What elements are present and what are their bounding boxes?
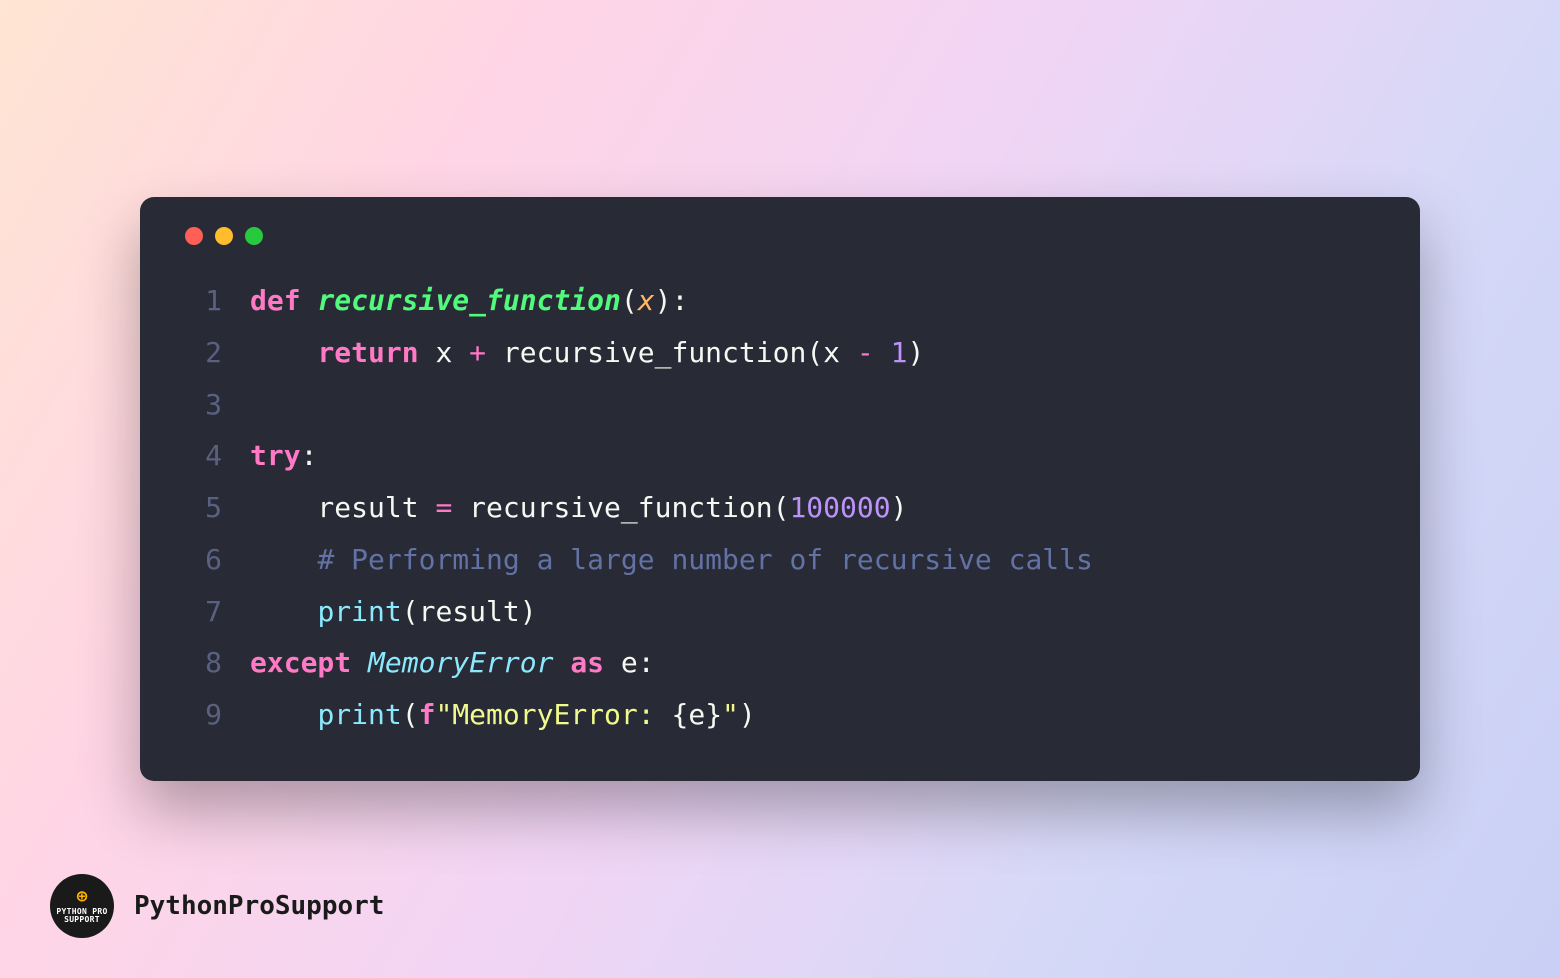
code-line: 1 def recursive_function(x): (180, 275, 1380, 327)
line-number: 8 (180, 637, 222, 689)
window-controls (185, 227, 1380, 245)
code-line: 8 except MemoryError as e: (180, 637, 1380, 689)
line-number: 7 (180, 586, 222, 638)
line-content: try: (250, 430, 317, 482)
line-content: # Performing a large number of recursive… (250, 534, 1093, 586)
line-number: 3 (180, 379, 222, 431)
minimize-icon[interactable] (215, 227, 233, 245)
line-content: print(result) (250, 586, 537, 638)
code-block: 1def recursive_function(x):2 return x + … (180, 275, 1380, 741)
code-line: 3 (180, 379, 1380, 431)
line-number: 9 (180, 689, 222, 741)
line-content: def recursive_function(x): (250, 275, 688, 327)
footer: ⊕ PYTHON PRO SUPPORT PythonProSupport (50, 874, 384, 938)
line-content: print(f"MemoryError: {e}") (250, 689, 756, 741)
brand-name: PythonProSupport (134, 891, 384, 921)
brand-logo-icon: ⊕ PYTHON PRO SUPPORT (50, 874, 114, 938)
code-window: 1def recursive_function(x):2 return x + … (140, 197, 1420, 781)
line-number: 1 (180, 275, 222, 327)
maximize-icon[interactable] (245, 227, 263, 245)
code-line: 2 return x + recursive_function(x - 1) (180, 327, 1380, 379)
line-content: return x + recursive_function(x - 1) (250, 327, 924, 379)
close-icon[interactable] (185, 227, 203, 245)
line-number: 5 (180, 482, 222, 534)
line-content: result = recursive_function(100000) (250, 482, 907, 534)
code-line: 6 # Performing a large number of recursi… (180, 534, 1380, 586)
line-content: except MemoryError as e: (250, 637, 655, 689)
code-line: 5 result = recursive_function(100000) (180, 482, 1380, 534)
code-line: 9 print(f"MemoryError: {e}") (180, 689, 1380, 741)
code-line: 7 print(result) (180, 586, 1380, 638)
line-number: 6 (180, 534, 222, 586)
line-number: 2 (180, 327, 222, 379)
line-number: 4 (180, 430, 222, 482)
code-line: 4 try: (180, 430, 1380, 482)
